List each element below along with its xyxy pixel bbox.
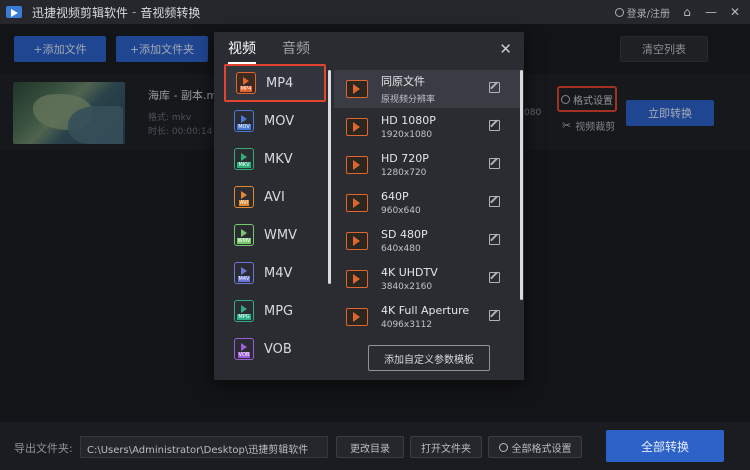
format-item-mpg[interactable]: MPG MPG [224,292,326,330]
video-file-icon [346,194,368,212]
edit-icon[interactable] [489,310,500,321]
open-folder-button[interactable]: 打开文件夹 [410,436,482,458]
video-file-icon [346,156,368,174]
user-icon [614,7,624,17]
edit-icon[interactable] [489,234,500,245]
resolution-name: 4K Full Aperture [381,304,470,317]
edit-icon[interactable] [489,272,500,283]
output-path-field[interactable]: C:\Users\Administrator\Desktop\迅捷剪辑软件 [80,436,328,458]
format-label: AVI [264,189,285,205]
bottom-bar: 导出文件夹: C:\Users\Administrator\Desktop\迅捷… [0,422,750,470]
title-actions: 登录/注册 ⌂ — ✕ [614,0,742,24]
resolution-dim: 960x640 [381,206,421,216]
output-folder-label: 导出文件夹: [14,442,73,455]
dialog-tabs: 视频 音频 [214,32,524,64]
video-file-icon [346,80,368,98]
resolution-item[interactable]: HD 1080P 1920x1080 [334,108,520,146]
tab-audio[interactable]: 音频 [282,32,310,64]
vob-icon: VOB [234,338,254,360]
resolution-name: 4K UHDTV [381,266,438,279]
edit-icon[interactable] [489,158,500,169]
format-label: MKV [264,151,293,167]
convert-all-button[interactable]: 全部转换 [606,430,724,462]
resolution-name: 同原文件 [381,75,425,88]
avi-icon: AVI [234,186,254,208]
resolution-item[interactable]: 4K Full Aperture 4096x3112 [334,298,520,336]
app-logo-icon [6,4,26,20]
video-file-icon [346,308,368,326]
format-label: MPG [264,303,294,319]
format-label: VOB [264,341,292,357]
format-list: MP4 MP4 MOV MOV MKV MKV AVI AVI WMV WMV … [220,64,340,380]
resolution-dim: 1280x720 [381,168,427,178]
format-label: MOV [264,113,295,129]
video-file-icon [346,232,368,250]
format-item-wmv[interactable]: WMV WMV [224,216,326,254]
format-item-m4v[interactable]: M4V M4V [224,254,326,292]
resolution-name: HD 1080P [381,114,436,127]
format-item-vob[interactable]: VOB VOB [224,330,326,368]
resolution-dim: 1920x1080 [381,130,433,140]
login-link[interactable]: 登录/注册 [614,5,670,20]
format-item-avi[interactable]: AVI AVI [224,178,326,216]
resolution-dim: 3840x2160 [381,282,433,292]
format-item-mov[interactable]: MOV MOV [224,102,326,140]
home-icon[interactable]: ⌂ [680,5,694,19]
edit-icon[interactable] [489,82,500,93]
resolution-name: SD 480P [381,228,428,241]
tab-video[interactable]: 视频 [228,32,256,64]
edit-icon[interactable] [489,196,500,207]
wmv-icon: WMV [234,224,254,246]
resolution-dim: 原视频分辨率 [381,95,436,105]
format-list-scrollbar[interactable] [328,70,331,284]
format-dialog: 视频 音频 ✕ MP4 MP4 MOV MOV MKV MKV AVI AVI … [214,32,524,380]
resolution-list-scrollbar[interactable] [520,70,523,300]
video-file-icon [346,118,368,136]
minimize-button[interactable]: — [704,5,718,19]
resolution-item[interactable]: 同原文件原视频分辨率 [334,70,520,108]
format-item-mkv[interactable]: MKV MKV [224,140,326,178]
all-format-settings-label: 全部格式设置 [511,443,572,455]
mov-icon: MOV [234,110,254,132]
resolution-dim: 640x480 [381,244,421,254]
resolution-item[interactable]: 4K UHDTV 3840x2160 [334,260,520,298]
mpg-icon: MPG [234,300,254,322]
resolution-item[interactable]: 640P 960x640 [334,184,520,222]
format-item-mp4[interactable]: MP4 MP4 [224,64,326,102]
m4v-icon: M4V [234,262,254,284]
format-label: WMV [264,227,297,243]
mp4-icon: MP4 [236,72,256,94]
add-custom-template-button[interactable]: 添加自定义参数模板 [368,345,490,371]
close-window-button[interactable]: ✕ [728,5,742,19]
resolution-list: 同原文件原视频分辨率 HD 1080P 1920x1080 HD 720P 1280… [334,70,522,340]
resolution-name: HD 720P [381,152,429,165]
title-bar: 迅捷视频剪辑软件 - 音视频转换 登录/注册 ⌂ — ✕ [0,0,750,24]
close-icon[interactable]: ✕ [499,40,512,58]
mkv-icon: MKV [234,148,254,170]
format-label: MP4 [266,75,294,91]
page-title: 音视频转换 [140,5,201,20]
title-separator: - [132,5,137,19]
resolution-name: 640P [381,190,409,203]
resolution-item[interactable]: HD 720P 1280x720 [334,146,520,184]
resolution-item[interactable]: SD 480P 640x480 [334,222,520,260]
resolution-dim: 4096x3112 [381,320,433,330]
app-title: 迅捷视频剪辑软件 [32,5,129,20]
all-format-settings-button[interactable]: 全部格式设置 [488,436,582,458]
gear-icon [498,442,508,452]
edit-icon[interactable] [489,120,500,131]
change-dir-button[interactable]: 更改目录 [336,436,404,458]
video-file-icon [346,270,368,288]
login-label: 登录/注册 [626,8,670,20]
format-label: M4V [264,265,293,281]
